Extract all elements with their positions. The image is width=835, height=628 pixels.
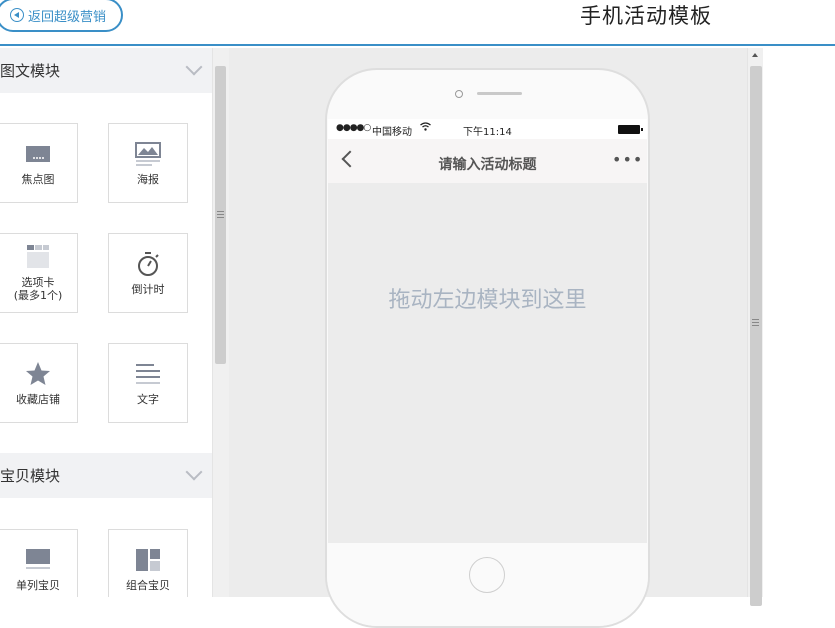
canvas-scrollbar[interactable] xyxy=(747,48,763,606)
editor-canvas: ●●●●○ 中国移动 下午11:14 请输入活动标题 ••• 拖动左边模块到这里 xyxy=(229,48,747,628)
back-to-super-marketing-button[interactable]: 返回超级营销 xyxy=(0,0,123,32)
module-label: 组合宝贝 xyxy=(126,578,170,592)
scroll-grip-icon xyxy=(217,211,224,218)
carrier-label: 中国移动 xyxy=(372,127,412,138)
scrollbar-thumb[interactable] xyxy=(750,66,762,606)
home-button-icon xyxy=(469,557,505,593)
module-favorite-store[interactable]: 收藏店铺 xyxy=(0,343,78,423)
module-label: 焦点图 xyxy=(21,172,55,186)
focus-image-icon xyxy=(25,141,51,167)
section-title: 宝贝模块 xyxy=(0,467,61,485)
module-poster[interactable]: 海报 xyxy=(108,123,188,203)
more-dots-icon[interactable]: ••• xyxy=(612,150,643,169)
countdown-timer-icon xyxy=(135,251,161,277)
chevron-down-icon[interactable] xyxy=(185,463,203,481)
module-panel-scrollbar[interactable] xyxy=(212,48,229,597)
module-tabs[interactable]: 选项卡 (最多1个) xyxy=(0,233,78,313)
poster-icon xyxy=(135,141,161,167)
tabs-icon xyxy=(25,244,51,270)
page-title: 手机活动模板 xyxy=(580,4,712,28)
camera-icon xyxy=(455,90,463,98)
phone-preview: ●●●●○ 中国移动 下午11:14 请输入活动标题 ••• 拖动左边模块到这里 xyxy=(325,68,650,628)
phone-nav-bar: 请输入活动标题 ••• xyxy=(328,139,647,183)
scroll-grip-icon xyxy=(752,319,759,326)
back-button-label: 返回超级营销 xyxy=(28,9,107,25)
scroll-up-arrow-icon[interactable] xyxy=(752,53,758,57)
phone-status-bar: ●●●●○ 中国移动 下午11:14 xyxy=(328,119,647,139)
module-label: 收藏店铺 xyxy=(16,392,60,406)
combo-item-icon xyxy=(135,547,161,573)
single-item-icon xyxy=(25,547,51,573)
section-title: 图文模块 xyxy=(0,62,61,80)
module-label: 海报 xyxy=(137,172,159,186)
section-header-graphic-text[interactable]: 图文模块 xyxy=(0,48,212,93)
module-focus-image[interactable]: 焦点图 xyxy=(0,123,78,203)
signal-icon: ●●●●○ xyxy=(336,123,371,133)
module-countdown[interactable]: 倒计时 xyxy=(108,233,188,313)
text-lines-icon xyxy=(135,361,161,387)
status-time: 下午11:14 xyxy=(463,127,512,138)
module-label: 单列宝贝 xyxy=(16,578,60,592)
top-header: 返回超级营销 手机活动模板 xyxy=(0,0,835,46)
back-arrow-icon xyxy=(10,8,24,22)
battery-icon xyxy=(618,125,643,134)
section-header-items[interactable]: 宝贝模块 xyxy=(0,453,212,498)
module-label: 选项卡 (最多1个) xyxy=(13,276,63,302)
module-combo-item[interactable]: 组合宝贝 xyxy=(108,529,188,597)
module-single-item[interactable]: 单列宝贝 xyxy=(0,529,78,597)
drop-hint-text: 拖动左边模块到这里 xyxy=(388,288,587,313)
module-drop-zone[interactable] xyxy=(328,183,647,543)
wifi-icon xyxy=(420,122,431,134)
chevron-down-icon[interactable] xyxy=(185,58,203,76)
phone-screen: ●●●●○ 中国移动 下午11:14 请输入活动标题 ••• 拖动左边模块到这里 xyxy=(328,119,647,543)
module-panel: 图文模块 焦点图 海报 选项卡 (最多1个) 倒计时 收藏店铺 文字 宝贝模块 … xyxy=(0,48,212,597)
star-icon xyxy=(25,361,51,387)
speaker-icon xyxy=(477,92,522,95)
module-label: 文字 xyxy=(137,392,159,406)
module-text[interactable]: 文字 xyxy=(108,343,188,423)
module-label: 倒计时 xyxy=(131,282,165,296)
phone-bottom-bezel xyxy=(327,543,648,626)
activity-title[interactable]: 请输入活动标题 xyxy=(328,154,647,174)
